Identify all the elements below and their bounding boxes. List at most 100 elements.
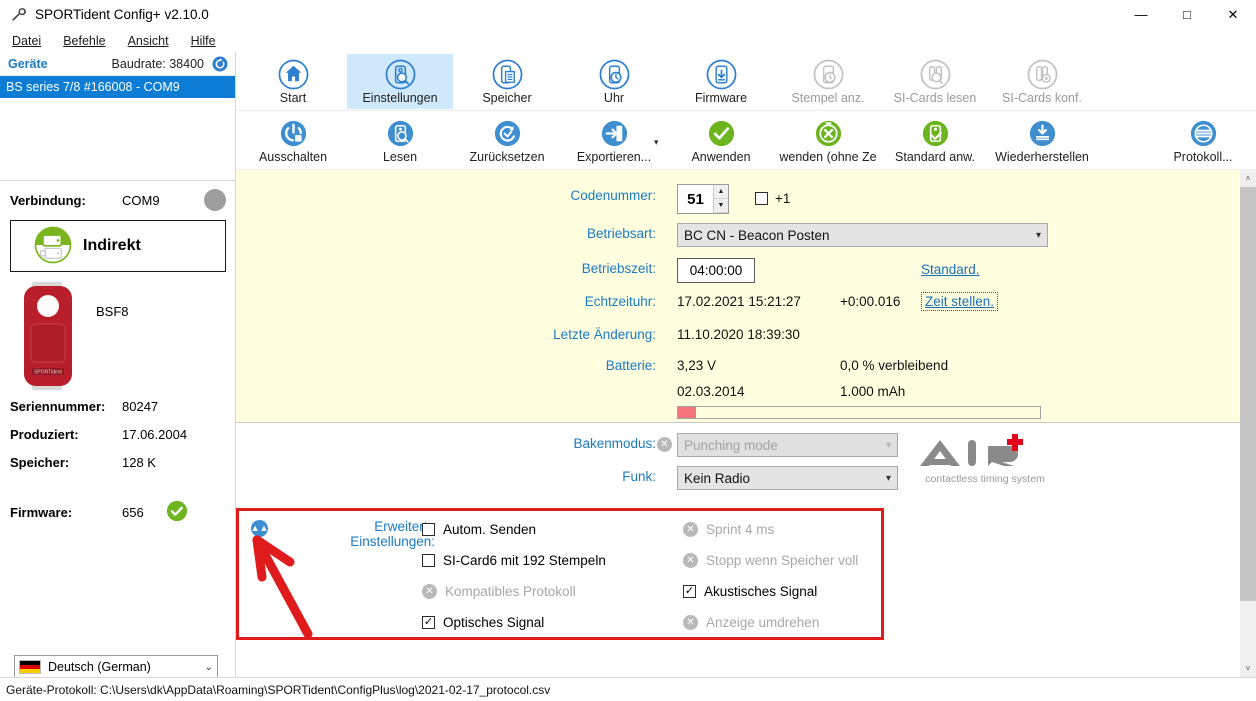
scrollbar-thumb[interactable] xyxy=(1240,187,1256,601)
toolbar: Start Einstellungen Speicher Uhr Firmwar… xyxy=(236,52,1256,170)
checkbox-checked-icon[interactable]: ✓ xyxy=(683,585,696,598)
menu-befehle[interactable]: Befehle xyxy=(63,34,105,48)
language-select[interactable]: Deutsch (German) ⌄ xyxy=(14,655,218,679)
produced-row: Produziert: 17.06.2004 xyxy=(0,420,236,448)
toolbar-row-primary: Start Einstellungen Speicher Uhr Firmwar… xyxy=(236,52,1256,111)
disabled-x-icon: ✕ xyxy=(657,437,672,452)
toolbar-button-standard-anwenden[interactable]: Standard anw. xyxy=(882,113,988,168)
advanced-option-sicard6-192[interactable]: SI-Card6 mit 192 Stempeln xyxy=(422,553,606,568)
advanced-option-optisches-signal[interactable]: ✓ Optisches Signal xyxy=(422,615,544,630)
disabled-x-icon: ✕ xyxy=(683,522,698,537)
scroll-down-arrow[interactable]: ˅ xyxy=(1240,660,1256,677)
advanced-settings-section: ▲▲ Erweiterte Einstellungen: Autom. Send… xyxy=(239,511,881,637)
option-label: Kompatibles Protokoll xyxy=(445,584,576,599)
vertical-scrollbar[interactable]: ˄ ˅ xyxy=(1240,170,1256,677)
toolbar-button-einstellungen[interactable]: Einstellungen xyxy=(347,54,453,109)
codenummer-input[interactable]: 51 ▲ ▼ xyxy=(677,184,729,214)
toolbar-button-start[interactable]: Start xyxy=(240,54,346,109)
betriebsart-value: BC CN - Beacon Posten xyxy=(684,227,830,243)
toolbar-button-uhr[interactable]: Uhr xyxy=(561,54,667,109)
menu-ansicht[interactable]: Ansicht xyxy=(128,34,169,48)
bakenmodus-select[interactable]: Punching mode ▾ xyxy=(677,433,898,457)
stepper-down[interactable]: ▼ xyxy=(714,199,728,213)
firmware-row: Firmware: 656 xyxy=(0,498,236,526)
produced-label: Produziert: xyxy=(10,426,79,442)
checkbox-unchecked-icon[interactable] xyxy=(422,554,435,567)
advanced-option-kompatibles-protokoll: ✕ Kompatibles Protokoll xyxy=(422,584,576,599)
toolbar-label: Exportieren... xyxy=(576,150,652,164)
batterie-label-wrap: Batterie: xyxy=(236,358,656,373)
funk-select[interactable]: Kein Radio ▾ xyxy=(677,466,898,490)
memory-value: 128 K xyxy=(122,454,156,470)
refresh-icon[interactable] xyxy=(211,55,229,73)
toolbar-label: wenden (ohne Ze xyxy=(779,150,877,164)
power-off-icon xyxy=(277,117,309,149)
option-label: Optisches Signal xyxy=(443,615,545,630)
maximize-button[interactable]: □ xyxy=(1164,0,1210,29)
chevron-double-up-icon[interactable]: ▲▲ xyxy=(251,520,268,537)
batterie-voltage: 3,23 V xyxy=(677,358,717,373)
funk-label: Funk: xyxy=(622,469,656,484)
stepper-up[interactable]: ▲ xyxy=(714,185,728,199)
connection-mode-box[interactable]: Indirekt xyxy=(10,220,226,272)
advanced-option-autom-senden[interactable]: Autom. Senden xyxy=(422,522,536,537)
betriebszeit-standard-link[interactable]: Standard. xyxy=(921,262,980,277)
toolbar-button-lesen[interactable]: Lesen xyxy=(347,113,453,168)
checkbox-checked-icon[interactable]: ✓ xyxy=(422,616,435,629)
toolbar-button-protokoll[interactable]: Protokoll... xyxy=(1150,113,1256,168)
minimize-button[interactable]: — xyxy=(1118,0,1164,29)
advanced-label-line1: Erweiterte xyxy=(374,519,435,534)
toolbar-button-anwenden[interactable]: Anwenden xyxy=(668,113,774,168)
echtzeituhr-value: 17.02.2021 15:21:27 xyxy=(677,294,801,309)
toolbar-button-sicards-konf[interactable]: SI-Cards konf. xyxy=(989,54,1095,109)
toolbar-label: SI-Cards konf. xyxy=(1002,91,1082,105)
betriebszeit-input[interactable]: 04:00:00 xyxy=(677,258,755,283)
option-label: Stopp wenn Speicher voll xyxy=(706,553,859,568)
zeit-stellen-link[interactable]: Zeit stellen. xyxy=(921,292,999,311)
toolbar-button-exportieren[interactable]: Exportieren... xyxy=(561,113,667,168)
funk-value: Kein Radio xyxy=(684,470,751,486)
connection-label: Verbindung: xyxy=(10,192,86,208)
window-title: SPORTident Config+ v2.10.0 xyxy=(35,6,209,22)
toolbar-button-anwenden-ohne-zeit[interactable]: wenden (ohne Ze xyxy=(775,113,881,168)
toolbar-button-sicards-lesen[interactable]: SI-Cards lesen xyxy=(882,54,988,109)
checkbox-unchecked-icon[interactable] xyxy=(422,523,435,536)
memory-row: Speicher: 128 K xyxy=(0,448,236,476)
codenummer-plus1-checkbox[interactable] xyxy=(755,192,768,205)
batterie-capacity: 1.000 mAh xyxy=(840,384,906,399)
clock-icon xyxy=(598,58,630,90)
svg-text:SPORTident: SPORTident xyxy=(34,370,62,376)
toolbar-button-speicher[interactable]: Speicher xyxy=(454,54,560,109)
device-list-item[interactable]: BS series 7/8 #166008 - COM9 xyxy=(0,76,235,98)
toolbar-label: Lesen xyxy=(382,150,418,164)
green-default-icon xyxy=(919,117,951,149)
devices-header: Geräte Baudrate: 38400 xyxy=(0,52,235,76)
menu-hilfe[interactable]: Hilfe xyxy=(191,34,216,48)
station-settings-section: Codenummer: 51 ▲ ▼ +1 Betriebsart: BC CN … xyxy=(236,170,1240,423)
toolbar-button-zuruecksetzen[interactable]: Zurücksetzen xyxy=(454,113,560,168)
advanced-option-akustisches-signal[interactable]: ✓ Akustisches Signal xyxy=(683,584,817,599)
toolbar-label: Zurücksetzen xyxy=(469,150,545,164)
menu-datei[interactable]: Datei xyxy=(12,34,41,48)
codenummer-label-wrap: Codenummer: xyxy=(236,188,656,203)
chevron-down-icon[interactable]: ▾ xyxy=(654,137,659,148)
toolbar-button-wiederherstellen[interactable]: Wiederherstellen xyxy=(989,113,1095,168)
scroll-up-arrow[interactable]: ˄ xyxy=(1240,170,1256,187)
toolbar-button-firmware[interactable]: Firmware xyxy=(668,54,774,109)
close-button[interactable]: ✕ xyxy=(1210,0,1256,29)
application-window: SPORTident Config+ v2.10.0 — □ ✕ Datei B… xyxy=(0,0,1256,701)
option-label: Autom. Senden xyxy=(443,522,537,537)
betriebsart-select[interactable]: BC CN - Beacon Posten ▾ xyxy=(677,223,1048,247)
betriebsart-label: Betriebsart: xyxy=(586,226,656,241)
battery-level-fill xyxy=(678,407,697,418)
firmware-value: 656 xyxy=(122,504,144,520)
codenummer-value: 51 xyxy=(687,190,704,208)
toolbar-button-ausschalten[interactable]: Ausschalten xyxy=(240,113,346,168)
toolbar-button-stempel-anz[interactable]: Stempel anz. xyxy=(775,54,881,109)
codenummer-plus1-wrap[interactable]: +1 xyxy=(755,191,790,206)
echtzeituhr-offset: +0:00.016 xyxy=(840,294,901,309)
codenummer-stepper[interactable]: ▲ ▼ xyxy=(713,185,728,213)
connection-mode-label: Indirekt xyxy=(83,237,141,254)
home-icon xyxy=(277,58,309,90)
funk-label-wrap: Funk: xyxy=(236,469,656,484)
